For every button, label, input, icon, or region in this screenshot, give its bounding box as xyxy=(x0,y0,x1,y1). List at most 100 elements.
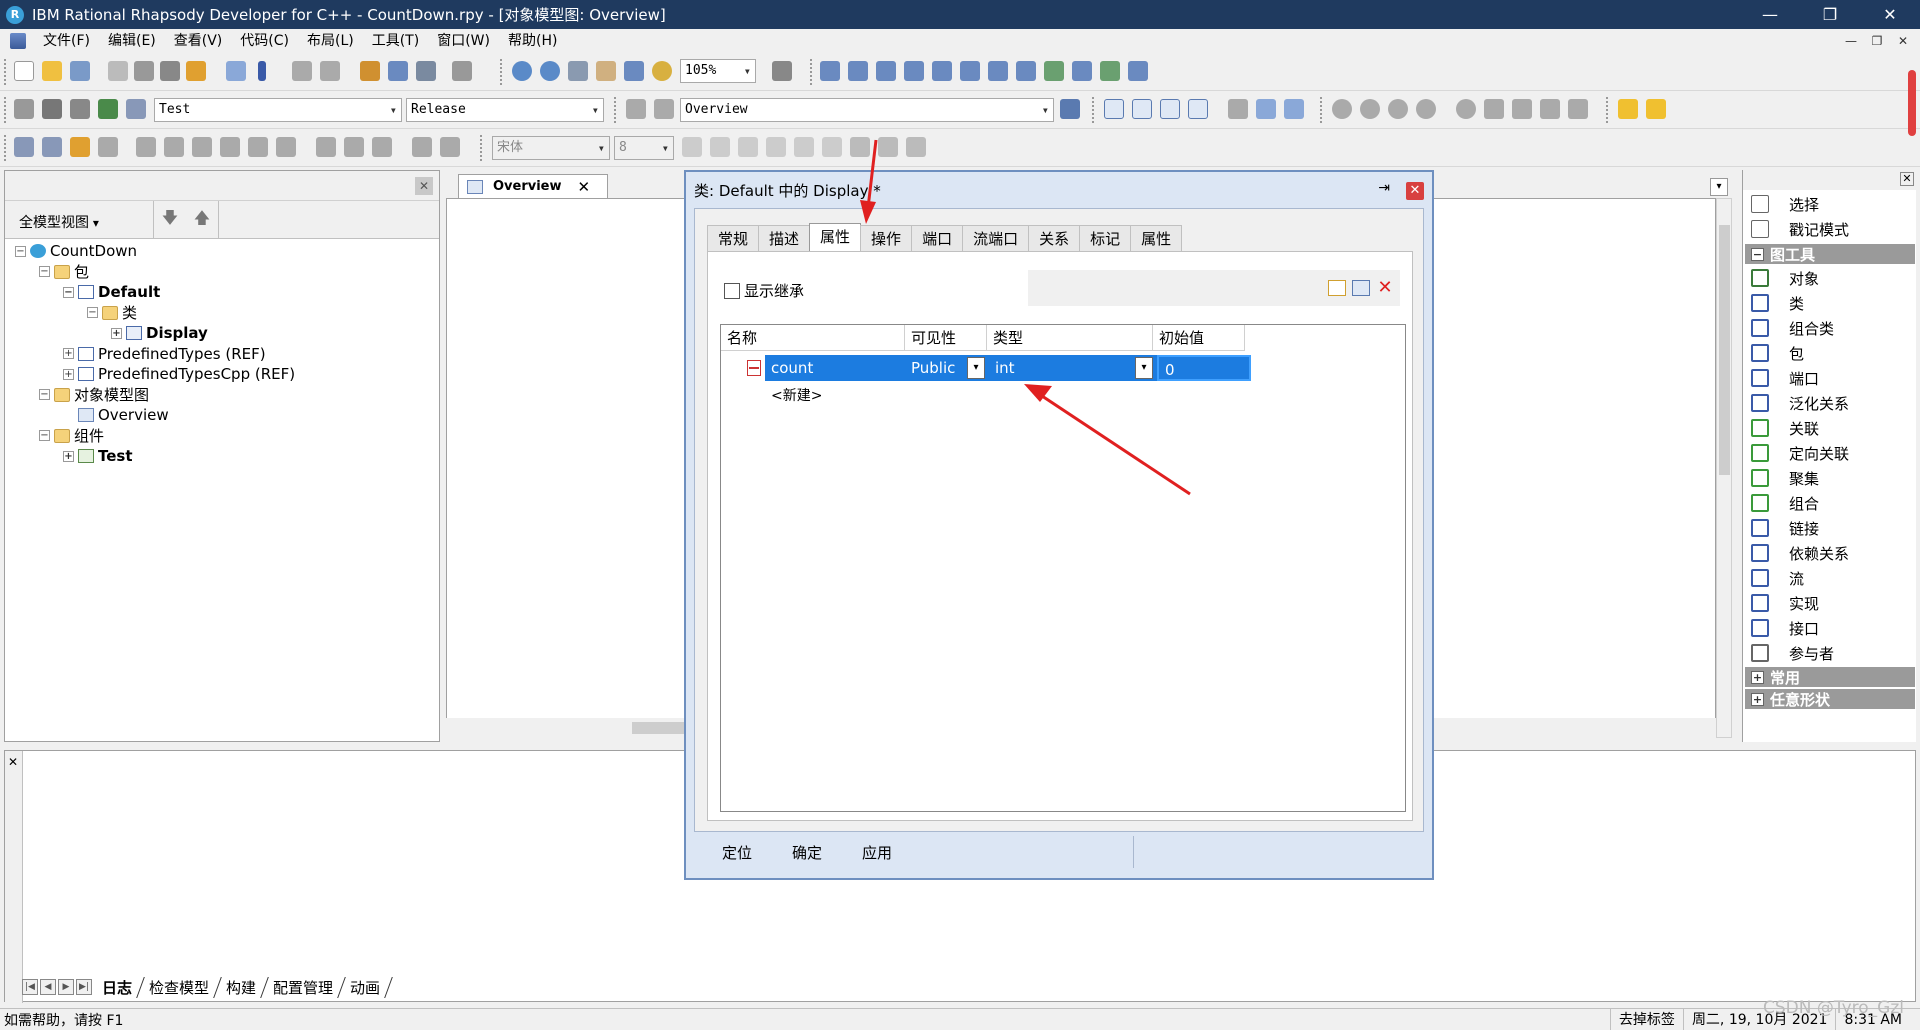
toolbox-item[interactable]: 戳记模式 xyxy=(1751,217,1849,241)
fit-to-window-icon[interactable] xyxy=(624,61,644,81)
fill-color-icon[interactable] xyxy=(906,137,926,157)
browser-view-selector[interactable]: 全模型视图 xyxy=(19,212,99,238)
toolbox-item[interactable]: 选择 xyxy=(1751,192,1819,216)
collapse-icon[interactable]: − xyxy=(39,430,50,441)
tree-item[interactable]: Overview xyxy=(63,405,169,425)
collapse-icon[interactable]: − xyxy=(15,245,26,257)
output-tab-animation[interactable]: 动画 xyxy=(338,976,393,998)
collapse-icon[interactable]: − xyxy=(1751,247,1764,261)
tab-general[interactable]: 常规 xyxy=(707,225,760,251)
toolbox-tool-item[interactable]: 组合类 xyxy=(1751,316,1834,340)
diagram-view-icon[interactable] xyxy=(416,61,436,81)
toolbox-tool-item[interactable]: 接口 xyxy=(1751,616,1819,640)
layout-tool-3-icon[interactable] xyxy=(876,61,896,81)
view-tool-1-icon[interactable] xyxy=(1228,99,1248,119)
mdi-restore-button[interactable]: ❐ xyxy=(1864,29,1890,53)
toolbox-tool-item[interactable]: 包 xyxy=(1751,341,1804,365)
tab-tags[interactable]: 标记 xyxy=(1079,225,1132,251)
ok-button[interactable]: 确定 xyxy=(792,842,822,863)
tree-item[interactable]: − 对象模型图 xyxy=(39,385,149,405)
toolbox-tool-item[interactable]: 对象 xyxy=(1751,266,1819,290)
locate-button[interactable]: 定位 xyxy=(722,842,752,863)
animation-5-icon[interactable] xyxy=(1456,99,1476,119)
text-align-right-icon[interactable] xyxy=(794,137,814,157)
layout-tool-9-icon[interactable] xyxy=(1044,61,1064,81)
menu-code[interactable]: 代码(C) xyxy=(231,29,298,53)
font-size-combo[interactable]: 8 xyxy=(614,136,674,160)
tab-ports[interactable]: 端口 xyxy=(911,225,964,251)
build-icon[interactable] xyxy=(98,99,118,119)
tree-item[interactable]: − 组件 xyxy=(39,426,104,446)
animation-6-icon[interactable] xyxy=(1484,99,1504,119)
menu-edit[interactable]: 编辑(E) xyxy=(99,29,165,53)
animation-9-icon[interactable] xyxy=(1568,99,1588,119)
column-visibility-header[interactable]: 可见性 xyxy=(905,325,987,351)
tab-list-dropdown[interactable]: ▾ xyxy=(1710,178,1728,196)
toolbar-grip[interactable] xyxy=(1320,97,1324,123)
component-icon[interactable] xyxy=(126,99,146,119)
zoom-tool-icon[interactable] xyxy=(652,61,672,81)
text-align-center-icon[interactable] xyxy=(766,137,786,157)
tree-item[interactable]: + PredefinedTypesCpp (REF) xyxy=(63,364,295,384)
toolbox-tool-item[interactable]: 端口 xyxy=(1751,366,1819,390)
diagram-selector-combo[interactable]: Overview xyxy=(680,98,1054,122)
toolbox-close-button[interactable]: ✕ xyxy=(1900,172,1914,186)
dialog-title-bar[interactable]: 类: Default 中的 Display * ⇥ ✕ xyxy=(686,172,1432,208)
run-icon[interactable] xyxy=(70,99,90,119)
align-top-icon[interactable] xyxy=(136,137,156,157)
forward-arrow-icon[interactable] xyxy=(654,99,674,119)
dialog-close-button[interactable]: ✕ xyxy=(1406,182,1424,200)
attribute-visibility-cell[interactable]: Public ▾ xyxy=(905,355,989,381)
tab-description[interactable]: 描述 xyxy=(758,225,811,251)
tab-close-icon[interactable]: ✕ xyxy=(578,178,591,196)
same-size-icon[interactable] xyxy=(372,137,392,157)
mdi-close-button[interactable]: ✕ xyxy=(1890,29,1916,53)
font-color-icon[interactable] xyxy=(850,137,870,157)
column-name-header[interactable]: 名称 xyxy=(721,325,905,351)
space-down-icon[interactable] xyxy=(440,137,460,157)
output-tab-build[interactable]: 构建 xyxy=(214,976,269,998)
tree-item[interactable]: − Default xyxy=(63,282,160,302)
delete-attribute-icon[interactable]: ✕ xyxy=(1376,279,1394,297)
collapse-icon[interactable]: − xyxy=(87,307,98,318)
tab-properties[interactable]: 属性 xyxy=(1130,225,1183,251)
add-favorite-icon[interactable] xyxy=(1646,99,1666,119)
close-window-button[interactable]: ✕ xyxy=(1860,0,1920,29)
toolbox-tool-item[interactable]: 泛化关系 xyxy=(1751,391,1849,415)
diagram-vertical-scrollbar[interactable] xyxy=(1716,198,1732,738)
scroll-thumb[interactable] xyxy=(632,722,692,734)
column-type-header[interactable]: 类型 xyxy=(987,325,1153,351)
collapse-icon[interactable]: − xyxy=(39,266,50,277)
minimize-button[interactable]: — xyxy=(1740,0,1800,29)
maximize-button[interactable]: ❐ xyxy=(1800,0,1860,29)
align-center-icon[interactable] xyxy=(248,137,268,157)
tab-attributes[interactable]: 属性 xyxy=(809,223,862,253)
output-tab-log[interactable]: 日志 xyxy=(90,976,145,998)
toolbox-tool-item[interactable]: 流 xyxy=(1751,566,1804,590)
tree-item[interactable]: − 包 xyxy=(39,262,89,282)
toolbox-tool-item[interactable]: 依赖关系 xyxy=(1751,541,1849,565)
layout-tool-10-icon[interactable] xyxy=(1072,61,1092,81)
animation-8-icon[interactable] xyxy=(1540,99,1560,119)
menu-file[interactable]: 文件(F) xyxy=(34,29,99,53)
toolbar-grip[interactable] xyxy=(1092,97,1096,123)
align-middle-icon[interactable] xyxy=(164,137,184,157)
toolbar-grip[interactable] xyxy=(500,59,504,85)
format-painter-icon[interactable] xyxy=(186,61,206,81)
view-tool-3-icon[interactable] xyxy=(1284,99,1304,119)
expand-icon[interactable]: + xyxy=(1751,692,1764,706)
animation-7-icon[interactable] xyxy=(1512,99,1532,119)
back-arrow-icon[interactable] xyxy=(626,99,646,119)
print-icon[interactable] xyxy=(226,61,246,81)
features-window-icon[interactable] xyxy=(1132,99,1152,119)
tab-relations[interactable]: 关系 xyxy=(1028,225,1081,251)
layout-tool-5-icon[interactable] xyxy=(932,61,952,81)
next-tab-button[interactable]: ▶ xyxy=(58,979,74,995)
tree-item[interactable]: − 类 xyxy=(87,303,137,323)
cut-icon[interactable] xyxy=(108,61,128,81)
tab-operations[interactable]: 操作 xyxy=(860,225,913,251)
tree-item[interactable]: + PredefinedTypes (REF) xyxy=(63,344,266,364)
toolbox-tool-item[interactable]: 关联 xyxy=(1751,416,1819,440)
tree-item[interactable]: + Test xyxy=(63,446,133,466)
toolbar-grip[interactable] xyxy=(810,59,814,85)
